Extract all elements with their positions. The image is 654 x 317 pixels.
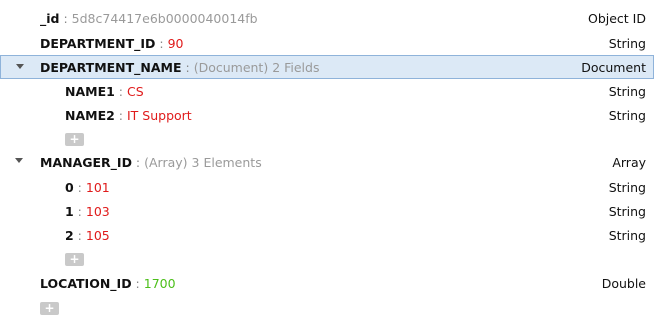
add-field-button[interactable]: + — [40, 302, 59, 315]
field-value[interactable]: IT Support — [127, 108, 192, 123]
caret-down-icon[interactable] — [15, 158, 23, 163]
field-type: String — [608, 107, 646, 123]
field-row-location-id[interactable]: LOCATION_ID : 1700 Double — [0, 271, 654, 295]
array-element-row[interactable]: 1 : 103 String — [0, 199, 654, 223]
field-type: String — [608, 179, 646, 195]
array-element-row[interactable]: 2 : 105 String — [0, 223, 654, 247]
field-type: Object ID — [588, 10, 646, 26]
field-separator: : — [131, 154, 145, 170]
field-key: MANAGER_ID — [40, 154, 132, 170]
field-type: String — [608, 83, 646, 99]
field-row-name1[interactable]: NAME1 : CS String — [0, 79, 654, 103]
element-value[interactable]: 105 — [86, 228, 110, 243]
field-row-id[interactable]: _id : 5d8c74417e6b0000040014fb Object ID — [0, 6, 654, 30]
add-field-button[interactable]: + — [65, 133, 84, 146]
field-key: NAME1 — [65, 83, 115, 99]
field-key: DEPARTMENT_ID — [40, 35, 156, 51]
field-key: LOCATION_ID — [40, 275, 132, 291]
array-element-row[interactable]: 0 : 101 String — [0, 175, 654, 199]
field-value: (Document) 2 Fields — [193, 59, 320, 75]
field-value[interactable]: 5d8c74417e6b0000040014fb — [72, 11, 258, 26]
field-separator: : — [73, 203, 86, 219]
field-separator: : — [59, 10, 72, 26]
field-separator: : — [73, 179, 86, 195]
field-separator: : — [114, 83, 127, 99]
add-element-button[interactable]: + — [65, 253, 84, 266]
field-type: String — [608, 203, 646, 219]
field-key: NAME2 — [65, 107, 115, 123]
field-type: Double — [601, 275, 646, 291]
field-row-department-id[interactable]: DEPARTMENT_ID : 90 String — [0, 31, 654, 55]
field-row-department-name[interactable]: DEPARTMENT_NAME : (Document) 2 Fields Do… — [0, 55, 654, 79]
element-value[interactable]: 101 — [86, 180, 110, 195]
field-key: _id — [40, 10, 60, 26]
element-index: 0 — [65, 179, 74, 195]
field-type: String — [608, 35, 646, 51]
field-value[interactable]: 1700 — [144, 276, 176, 291]
element-index: 1 — [65, 203, 74, 219]
field-type: String — [608, 227, 646, 243]
field-type: Array — [612, 154, 646, 170]
field-separator: : — [181, 59, 194, 75]
field-value[interactable]: CS — [127, 84, 144, 99]
field-separator: : — [73, 227, 86, 243]
field-separator: : — [131, 275, 144, 291]
element-index: 2 — [65, 227, 74, 243]
field-separator: : — [155, 35, 168, 51]
field-value[interactable]: 90 — [168, 36, 184, 51]
field-separator: : — [114, 107, 127, 123]
field-key: DEPARTMENT_NAME — [40, 59, 182, 75]
element-value[interactable]: 103 — [86, 204, 110, 219]
caret-down-icon[interactable] — [16, 64, 24, 69]
field-row-name2[interactable]: NAME2 : IT Support String — [0, 103, 654, 127]
field-row-manager-id[interactable]: MANAGER_ID : (Array) 3 Elements Array — [0, 150, 654, 174]
field-type: Document — [581, 59, 646, 75]
field-value: (Array) 3 Elements — [144, 154, 262, 170]
